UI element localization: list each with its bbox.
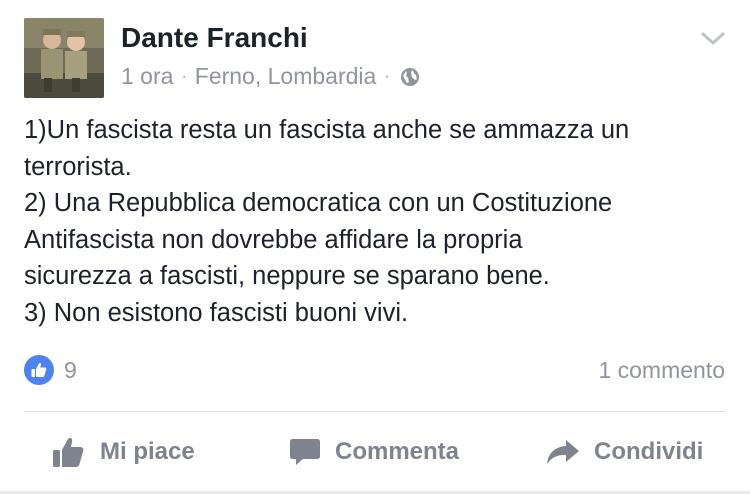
globe-icon[interactable] — [400, 67, 420, 87]
facebook-post: Dante Franchi 1 ora · Ferno, Lombardia ·… — [0, 0, 750, 494]
share-button[interactable]: Condividi — [546, 434, 703, 470]
author-name[interactable]: Dante Franchi — [121, 22, 308, 54]
post-location[interactable]: Ferno, Lombardia — [195, 63, 377, 90]
post-body-line: 3) Non esistono fascisti buoni vivi. — [24, 298, 409, 327]
share-arrow-icon — [547, 440, 579, 464]
comments-count[interactable]: 1 commento — [598, 357, 725, 384]
avatar[interactable] — [24, 18, 104, 98]
post-body-line: 1)Un fascista resta un fascista anche se… — [24, 116, 630, 144]
thumbs-up-icon — [53, 438, 84, 467]
post-body-line: terrorista. — [24, 152, 132, 181]
comment-button[interactable]: Commenta — [289, 434, 459, 470]
post-meta: 1 ora · Ferno, Lombardia · — [121, 63, 420, 90]
meta-separator: · — [384, 67, 390, 85]
post-time[interactable]: 1 ora — [121, 63, 173, 90]
post-body: 1)Un fascista resta un fascista anche se… — [24, 112, 734, 331]
share-button-label: Condividi — [594, 438, 704, 465]
post-body-line: 2) Una Repubblica democratica con un Cos… — [24, 189, 613, 217]
like-badge-icon — [24, 355, 54, 385]
meta-separator: · — [181, 67, 187, 85]
comment-button-label: Commenta — [335, 438, 460, 465]
comment-icon — [290, 439, 320, 465]
chevron-down-icon[interactable] — [700, 28, 726, 48]
divider — [24, 411, 726, 412]
reactions-summary[interactable]: 9 — [24, 355, 77, 385]
like-button[interactable]: Mi piace — [52, 434, 195, 470]
like-button-label: Mi piace — [100, 438, 195, 465]
like-count: 9 — [64, 356, 77, 383]
post-body-line: sicurezza a fascisti, neppure se sparano… — [24, 262, 550, 290]
post-body-line: Antifascista non dovrebbe affidare la pr… — [24, 225, 523, 254]
